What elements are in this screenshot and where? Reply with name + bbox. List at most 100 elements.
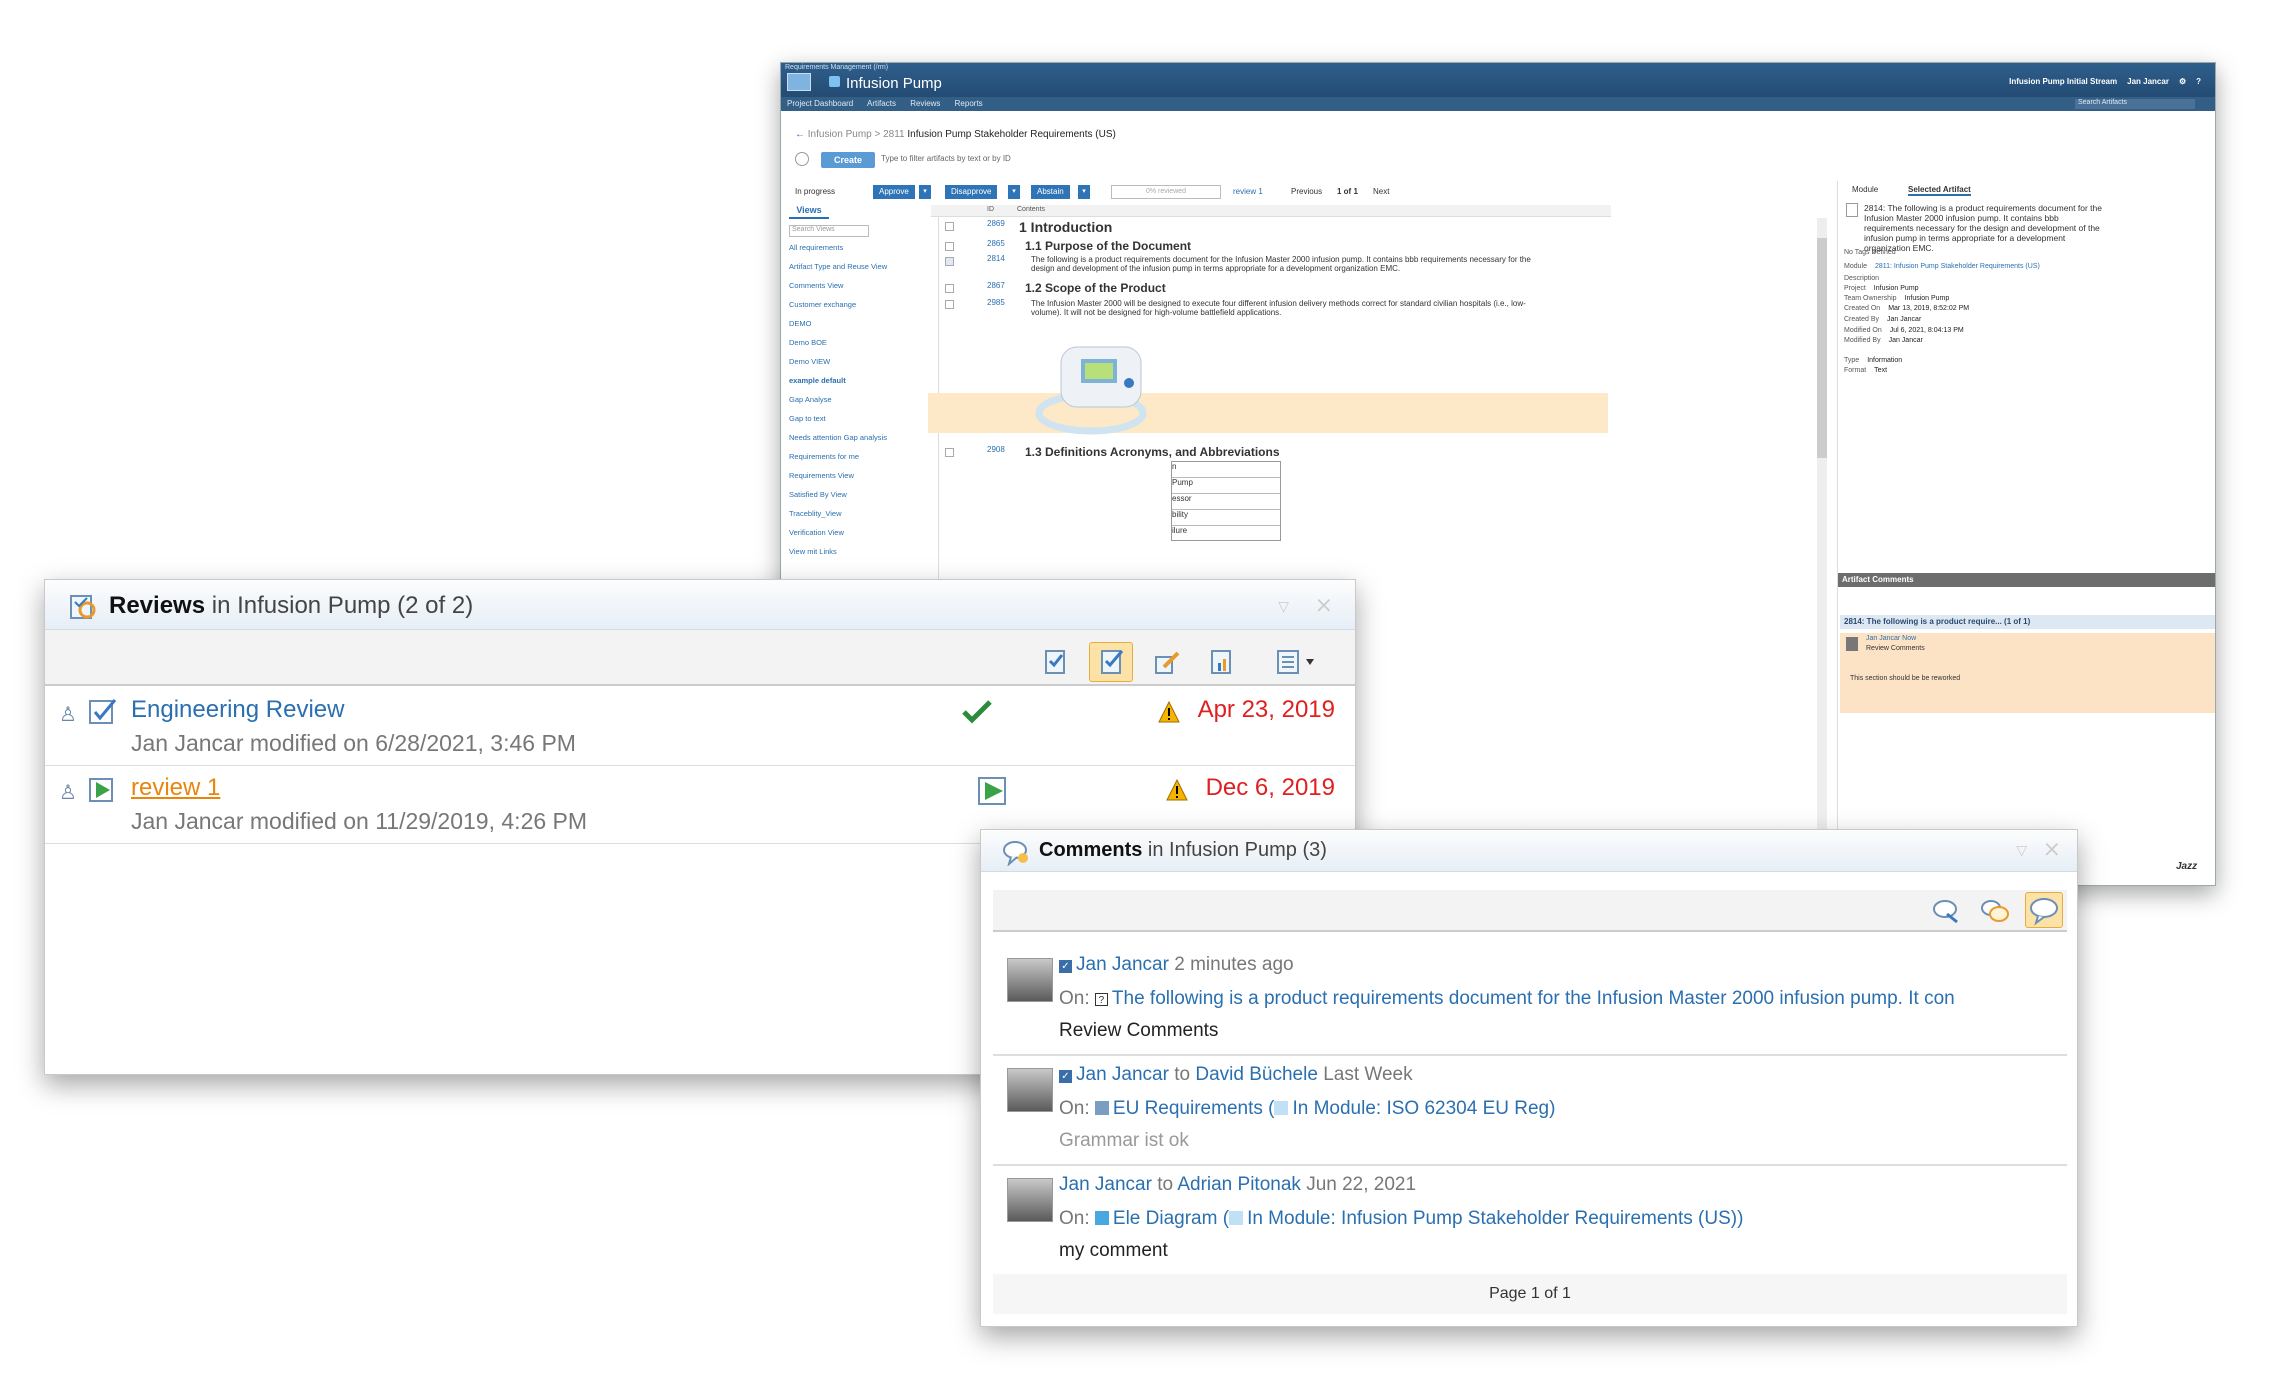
row-checkbox[interactable]	[945, 284, 954, 293]
back-arrow-icon[interactable]: ←	[795, 129, 808, 140]
project-title[interactable]: Infusion Pump	[846, 75, 942, 92]
search-artifacts-input[interactable]: Search Artifacts	[2075, 99, 2195, 109]
row-checkbox[interactable]	[945, 242, 954, 251]
artifact-side-panel: Module Selected Artifact 2814: The follo…	[1837, 181, 2215, 885]
comment-user[interactable]: Jan Jancar Now	[1866, 635, 1916, 642]
row-checkbox[interactable]	[945, 300, 954, 309]
artifact-comment-thread[interactable]: 2814: The following is a product require…	[1840, 615, 2215, 629]
view-item[interactable]: All requirements	[789, 243, 938, 262]
review-name[interactable]: review 1	[131, 774, 220, 802]
approve-button[interactable]: Approve	[873, 185, 915, 199]
next-button[interactable]: Next	[1373, 187, 1389, 196]
row-checkbox[interactable]	[945, 257, 954, 266]
my-reviews-icon[interactable]	[1089, 642, 1133, 682]
view-item[interactable]: Needs attention Gap analysis	[789, 433, 938, 452]
edit-reviews-icon[interactable]	[1145, 642, 1189, 682]
row-id[interactable]: 2869	[987, 219, 1005, 228]
filter-input[interactable]: Type to filter artifacts by text or by I…	[881, 154, 1011, 163]
table-cell: bility	[1172, 510, 1280, 526]
view-item[interactable]: Traceblity_View	[789, 509, 938, 528]
row-id[interactable]: 2985	[987, 298, 1005, 307]
help-icon[interactable]: ?	[2196, 77, 2201, 86]
collapse-icon[interactable]	[795, 152, 809, 166]
project-icon	[829, 76, 840, 87]
view-item[interactable]: DEMO	[789, 319, 938, 338]
nav-reports[interactable]: Reports	[955, 99, 983, 108]
view-item[interactable]: Satisfied By View	[789, 490, 938, 509]
tab-views[interactable]: Views	[789, 205, 829, 219]
search-views-input[interactable]: Search Views	[789, 225, 869, 237]
gear-icon[interactable]: ⚙	[2179, 77, 2186, 86]
col-id: ID	[987, 206, 994, 213]
abstain-dropdown[interactable]: ▾	[1078, 185, 1090, 199]
comment-target-link[interactable]: The following is a product requirements …	[1112, 988, 1955, 1009]
view-item[interactable]: Demo BOE	[789, 338, 938, 357]
view-item[interactable]: Gap Analyse	[789, 395, 938, 414]
view-item[interactable]: Comments View	[789, 281, 938, 300]
approve-dropdown[interactable]: ▾	[919, 185, 931, 199]
comment-author[interactable]: Jan Jancar	[1059, 1174, 1152, 1195]
view-item[interactable]: Requirements View	[789, 471, 938, 490]
property-value[interactable]: 2811: Infusion Pump Stakeholder Requirem…	[1875, 263, 2040, 270]
comment-body: Review Comments	[1059, 1020, 1219, 1041]
disapprove-dropdown[interactable]: ▾	[1008, 185, 1020, 199]
row-id[interactable]: 2908	[987, 445, 1005, 454]
close-icon[interactable]: ⨯	[2043, 836, 2061, 862]
view-item[interactable]: example default	[789, 376, 938, 395]
comment-recipient[interactable]: David Büchele	[1195, 1064, 1318, 1085]
view-item[interactable]: Verification View	[789, 528, 938, 547]
user-menu[interactable]: Jan Jancar	[2127, 77, 2169, 86]
view-item[interactable]: Gap to text	[789, 414, 938, 433]
row-id[interactable]: 2814	[987, 254, 1005, 263]
row-checkbox[interactable]	[945, 222, 954, 231]
nav-artifacts[interactable]: Artifacts	[867, 99, 896, 108]
view-item[interactable]: Customer exchange	[789, 300, 938, 319]
comment-author[interactable]: Jan Jancar	[1076, 954, 1169, 975]
review-row[interactable]: ♙ Engineering Review Jan Jancar modified…	[45, 688, 1355, 766]
abstain-button[interactable]: Abstain	[1031, 185, 1070, 199]
row-id[interactable]: 2865	[987, 239, 1005, 248]
row-checkbox[interactable]	[945, 448, 954, 457]
breadcrumb-project[interactable]: Infusion Pump >	[808, 129, 881, 140]
review-due-date: Dec 6, 2019	[1205, 774, 1335, 801]
comment-target-link[interactable]: EU Requirements (	[1113, 1098, 1275, 1119]
home-icon[interactable]	[787, 73, 811, 91]
comment-thread-icon[interactable]	[1979, 896, 2011, 926]
collection-icon	[1094, 1101, 1109, 1115]
comment-module-link[interactable]: In Module: ISO 62304 EU Reg)	[1292, 1098, 1555, 1119]
create-button[interactable]: Create	[821, 152, 875, 168]
review-name[interactable]: Engineering Review	[131, 696, 344, 724]
comments-header: Comments in Infusion Pump (3) ▽ ⨯	[981, 830, 2077, 872]
all-comments-button[interactable]	[2025, 892, 2063, 928]
rm-nav-bar: Project Dashboard Artifacts Reviews Repo…	[781, 97, 2215, 111]
minimize-icon[interactable]: ▽	[1278, 598, 1289, 615]
view-item[interactable]: View mit Links	[789, 547, 938, 566]
review-progress-bar: 0% reviewed	[1111, 185, 1221, 199]
view-item[interactable]: Artifact Type and Reuse View	[789, 262, 938, 281]
comment-module-link[interactable]: In Module: Infusion Pump Stakeholder Req…	[1247, 1208, 1743, 1229]
disapprove-button[interactable]: Disapprove	[945, 185, 998, 199]
previous-button[interactable]: Previous	[1291, 187, 1322, 196]
tab-module[interactable]: Module	[1852, 185, 1878, 194]
review-report-icon[interactable]	[1201, 642, 1245, 682]
comment-body: my comment	[1059, 1240, 1168, 1261]
close-icon[interactable]: ⨯	[1315, 592, 1333, 618]
sort-menu-icon[interactable]	[1267, 642, 1323, 682]
grid-scrollbar[interactable]	[1817, 218, 1827, 882]
review-link[interactable]: review 1	[1233, 187, 1263, 196]
nav-project-dashboard[interactable]: Project Dashboard	[787, 99, 853, 108]
minimize-icon[interactable]: ▽	[2016, 842, 2027, 859]
comment-target-link[interactable]: Ele Diagram (	[1113, 1208, 1229, 1229]
nav-reviews[interactable]: Reviews	[910, 99, 940, 108]
comment-filter-icon[interactable]	[1931, 896, 1963, 926]
warning-icon	[1158, 700, 1180, 723]
scroll-thumb[interactable]	[1817, 238, 1827, 458]
comment-recipient[interactable]: Adrian Pitonak	[1177, 1174, 1301, 1195]
row-id[interactable]: 2867	[987, 281, 1005, 290]
comment-author[interactable]: Jan Jancar	[1076, 1064, 1169, 1085]
view-item[interactable]: Requirements for me	[789, 452, 938, 471]
view-item[interactable]: Demo VIEW	[789, 357, 938, 376]
tab-selected-artifact[interactable]: Selected Artifact	[1908, 185, 1971, 196]
open-reviews-icon[interactable]	[1033, 642, 1077, 682]
stream-selector[interactable]: Infusion Pump Initial Stream	[2009, 77, 2117, 86]
